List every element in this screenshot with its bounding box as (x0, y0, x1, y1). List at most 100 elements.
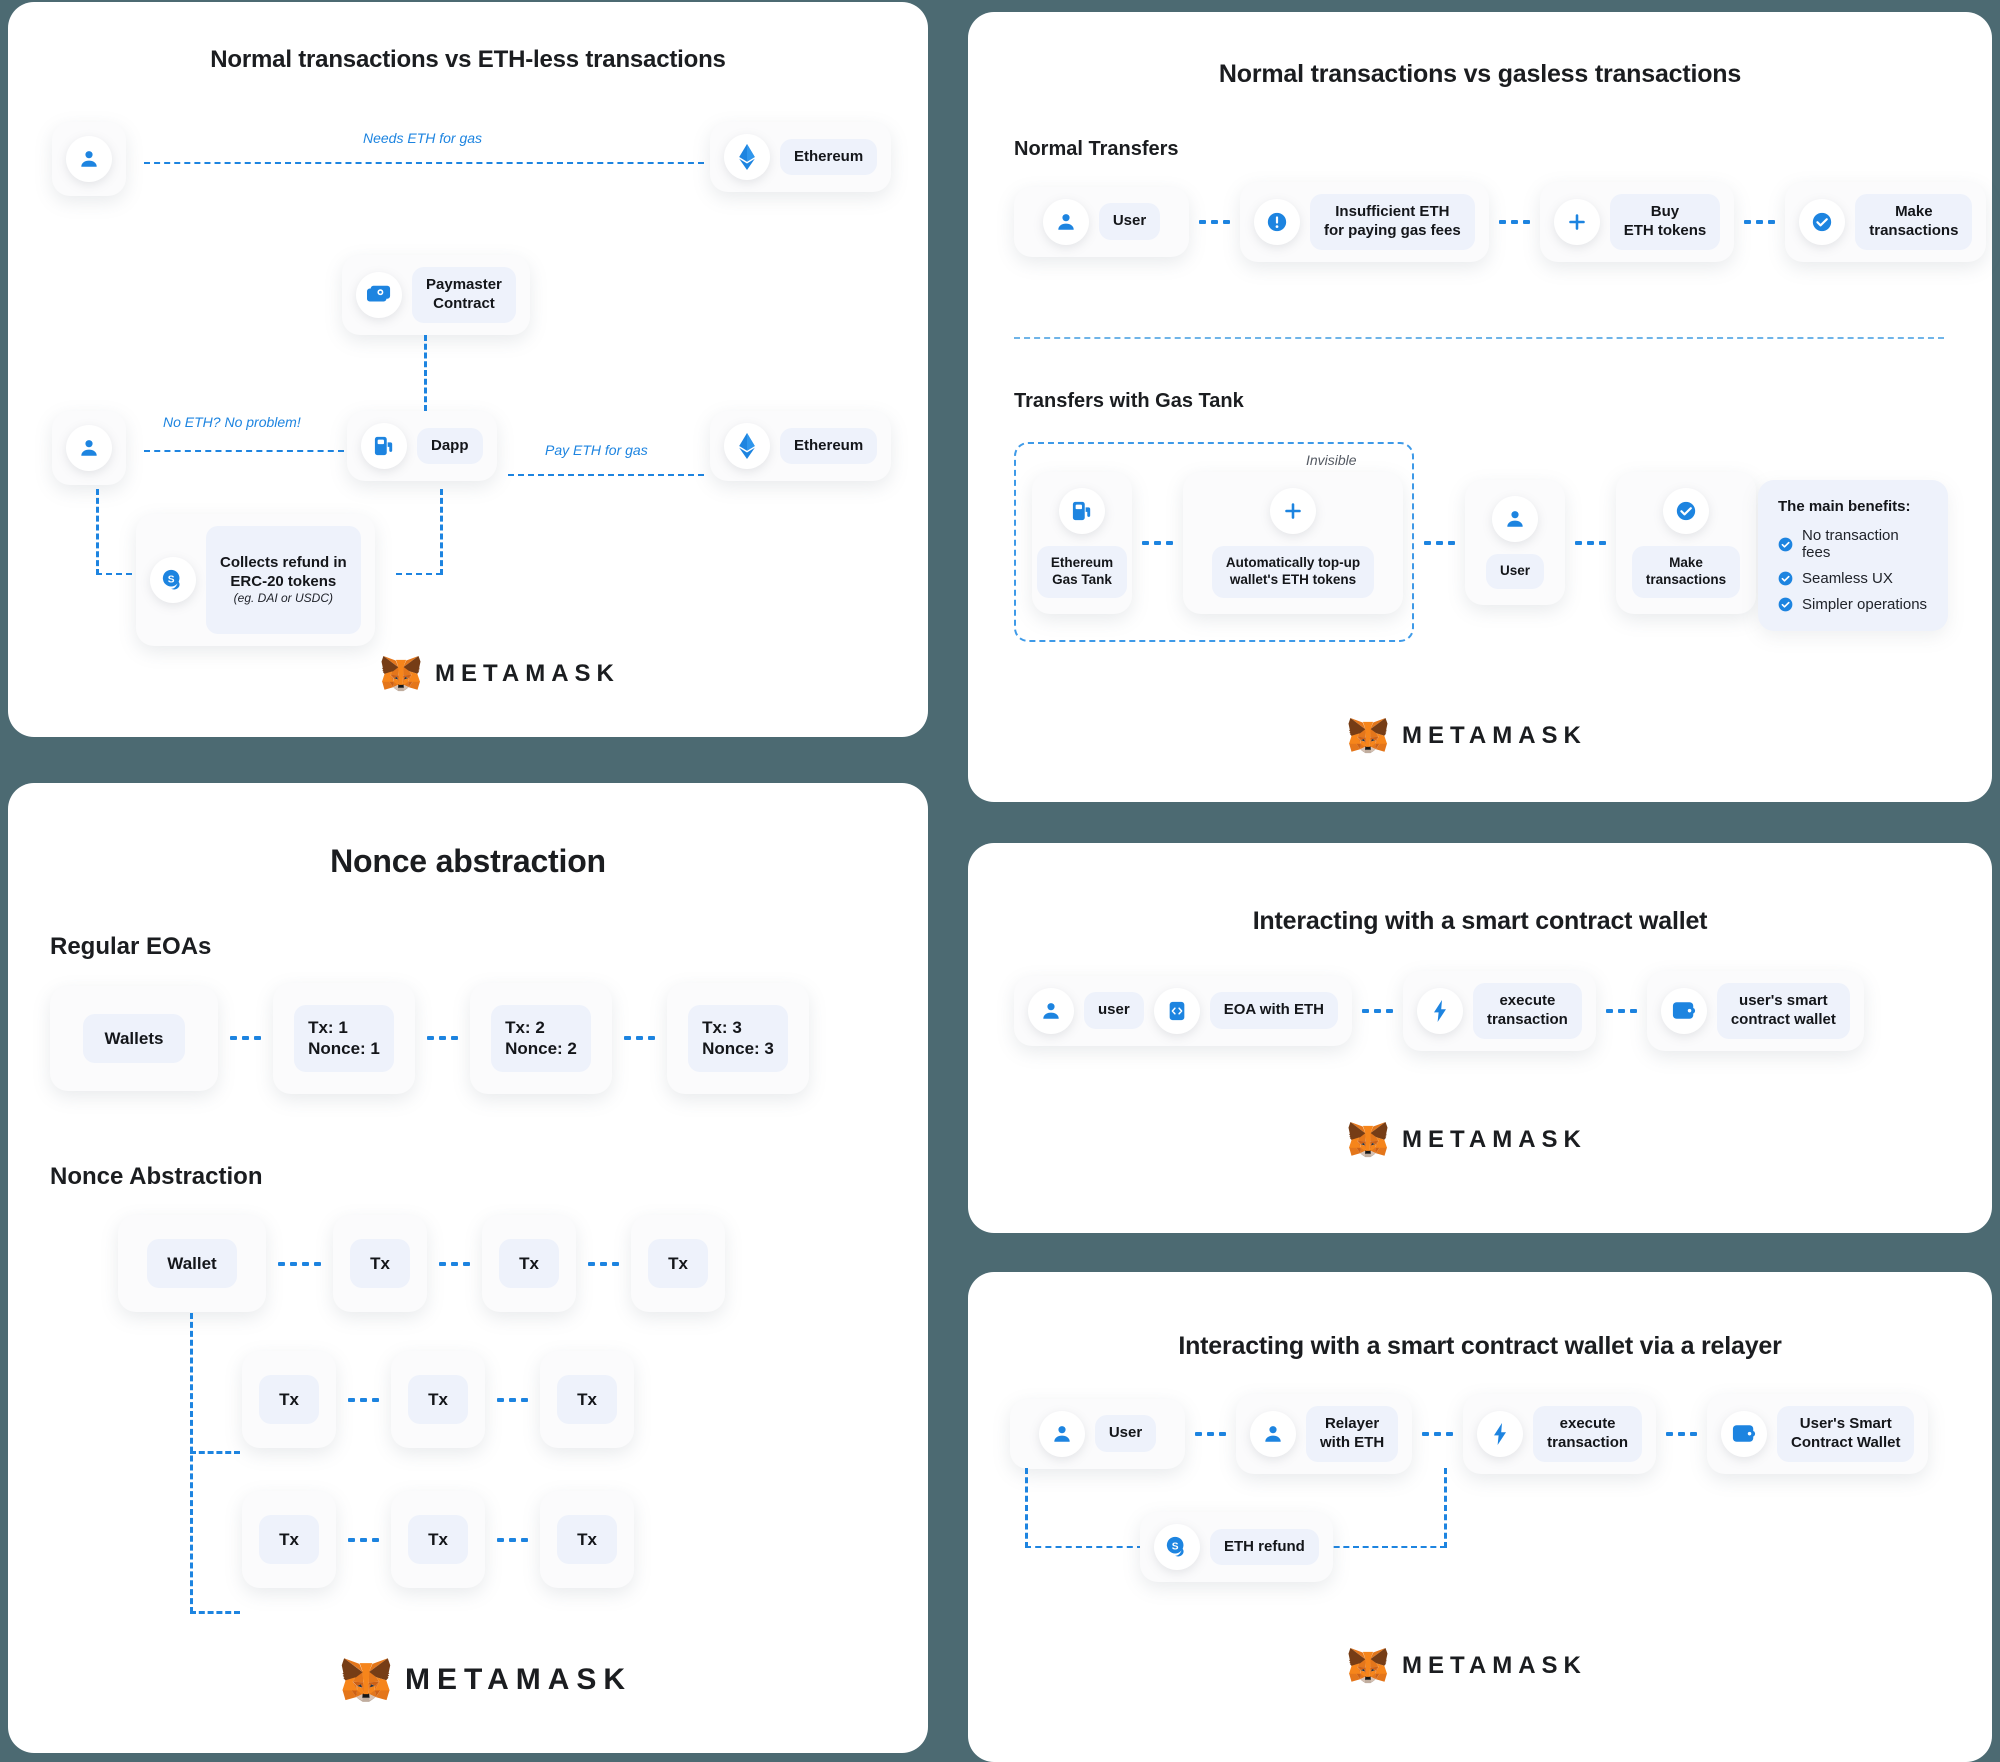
relayer-flow: User Relayer with ETH execute transactio… (1010, 1394, 1929, 1474)
abstraction-row-3: Tx Tx Tx (242, 1491, 634, 1589)
connector-user-ethereum (144, 162, 704, 164)
panel-gasless-transactions: Normal transactions vs gasless transacti… (968, 12, 1992, 802)
node-ethereum-bottom-label: Ethereum (780, 427, 878, 465)
benefits-card: The main benefits: No transaction fees S… (1758, 480, 1948, 631)
plus-icon (1270, 488, 1316, 534)
connector-dots (1422, 1431, 1454, 1436)
node-tx-label: Tx (408, 1515, 468, 1565)
coin-icon: S (150, 557, 196, 603)
check-icon (1778, 597, 1793, 612)
node-tx2: Tx: 2 Nonce: 2 (470, 983, 612, 1094)
benefit-label: Seamless UX (1802, 570, 1893, 587)
user-icon (1038, 1410, 1085, 1457)
connector-user-refund-v (96, 489, 99, 575)
node-users-smart-contract-wallet-label: user's smart contract wallet (1716, 983, 1850, 1039)
node-ethereum-gas-tank-label: Ethereum Gas Tank (1036, 546, 1128, 598)
panel4-title: Interacting with a smart contract wallet (1252, 907, 1708, 935)
money-icon (356, 271, 402, 318)
panel2-title: Normal transactions vs gasless transacti… (1218, 60, 1742, 88)
connector-dots (427, 1036, 458, 1041)
node-tx-label: Tx (259, 1515, 319, 1565)
node-tx1-label: Tx: 1 Nonce: 1 (294, 1005, 394, 1072)
refund-sub-text: (eg. DAI or USDC) (233, 591, 334, 606)
connector-dapp-refund-h (396, 573, 442, 575)
normal-transfers-row: User Insufficient ETH for paying gas fee… (1014, 182, 1987, 262)
node-tx: Tx (242, 1491, 336, 1589)
connector-dots (1744, 219, 1776, 224)
connector-relayer-refund-v (1025, 1468, 1028, 1548)
node-user-bottom (52, 411, 126, 485)
node-users-smart-contract-wallet: user's smart contract wallet (1646, 971, 1864, 1051)
gastank-visible-row: User Make transactions (1424, 472, 1756, 614)
node-wallets-label: Wallets (82, 1013, 186, 1063)
node-user-label: user (1084, 992, 1144, 1030)
node-ethereum-bottom: Ethereum (710, 411, 892, 481)
connector-branch-row3 (190, 1611, 240, 1614)
node-tx-label: Tx (557, 1375, 617, 1425)
node-wallet-label: Wallet (147, 1239, 237, 1289)
connector-paymaster-dapp (424, 335, 427, 411)
metamask-fox-icon (1348, 1648, 1388, 1684)
node-tx: Tx (333, 1215, 427, 1313)
node-tx3: Tx: 3 Nonce: 3 (667, 983, 809, 1094)
node-tx: Tx (540, 1351, 634, 1449)
connector-dots (439, 1261, 470, 1266)
smart-wallet-flow: user EOA with ETH execute transaction us… (1014, 971, 1864, 1051)
node-eth-refund: S ETH refund (1140, 1512, 1333, 1582)
node-relayer-user-label: User (1094, 1415, 1157, 1453)
svg-text:S: S (1172, 1541, 1179, 1552)
plus-icon (1553, 198, 1600, 245)
refund-main-text: Collects refund in ERC-20 tokens (220, 553, 347, 590)
ethereum-icon (724, 423, 770, 469)
connector-wallet-refund-h (1324, 1546, 1446, 1548)
connector-dapp-refund-v (440, 489, 443, 575)
invisible-label: Invisible (1306, 452, 1357, 468)
node-wallets: Wallets (50, 985, 218, 1091)
node-relayer-with-eth-label: Relayer with ETH (1306, 1406, 1399, 1462)
node-gastank-user: User (1465, 480, 1565, 606)
connector-dots (1199, 219, 1230, 224)
node-insufficient-eth-label: Insufficient ETH for paying gas fees (1310, 194, 1475, 250)
metamask-logo-panel3: METAMASK (341, 1657, 632, 1703)
alert-icon (1254, 198, 1300, 245)
node-wallet: Wallet (118, 1215, 266, 1313)
metamask-wordmark: METAMASK (1402, 721, 1587, 749)
metamask-fox-icon (341, 1658, 391, 1702)
node-relayer-smart-contract-wallet-label: User's Smart Contract Wallet (1777, 1406, 1915, 1462)
benefits-list: No transaction fees Seamless UX Simpler … (1778, 527, 1928, 613)
panel-nonce-abstraction: Nonce abstraction Regular EOAs Wallets T… (8, 783, 928, 1753)
panel-smart-contract-wallet: Interacting with a smart contract wallet… (968, 843, 1992, 1233)
connector-dots (1424, 540, 1455, 545)
node-tx: Tx (391, 1351, 485, 1449)
edge-label-no-eth: No ETH? No problem! (163, 414, 301, 430)
panel-eth-less-transactions: Normal transactions vs ETH-less transact… (8, 2, 928, 737)
node-relayer-execute-transaction: execute transaction (1463, 1394, 1657, 1474)
connector-dots (1605, 1008, 1637, 1013)
regular-eoa-row: Wallets Tx: 1 Nonce: 1 Tx: 2 Nonce: 2 Tx… (50, 983, 809, 1094)
connector-dots (624, 1036, 655, 1041)
panel5-title: Interacting with a smart contract wallet… (1178, 1332, 1782, 1360)
check-icon (1663, 488, 1709, 534)
connector-dots (278, 1261, 321, 1266)
metamask-logo-panel1: METAMASK (381, 655, 620, 692)
panel-relayer: Interacting with a smart contract wallet… (968, 1272, 1992, 1762)
connector-dots (1666, 1431, 1698, 1436)
node-tx3-label: Tx: 3 Nonce: 3 (688, 1005, 788, 1072)
node-gastank-make-transactions-label: Make transactions (1631, 546, 1741, 598)
metamask-fox-icon (381, 656, 421, 692)
abstraction-row-2: Tx Tx Tx (242, 1351, 634, 1449)
benefit-label: Simpler operations (1802, 596, 1928, 613)
connector-relayer-refund-h (1025, 1546, 1143, 1548)
node-normal-user: User (1014, 186, 1189, 257)
gastank-invisible-row: Ethereum Gas Tank Automatically top-up w… (1032, 472, 1403, 614)
panel3-title: Nonce abstraction (330, 843, 606, 879)
node-tx: Tx (540, 1491, 634, 1589)
connector-dots (348, 1397, 379, 1402)
panel2-section-gastank: Transfers with Gas Tank (1014, 390, 1244, 412)
panel3-section-abstraction: Nonce Abstraction (50, 1163, 263, 1190)
metamask-wordmark: METAMASK (405, 1663, 633, 1696)
connector-dots (230, 1036, 261, 1041)
user-icon (1250, 1410, 1296, 1457)
svg-text:S: S (168, 574, 175, 585)
check-icon (1778, 571, 1793, 586)
